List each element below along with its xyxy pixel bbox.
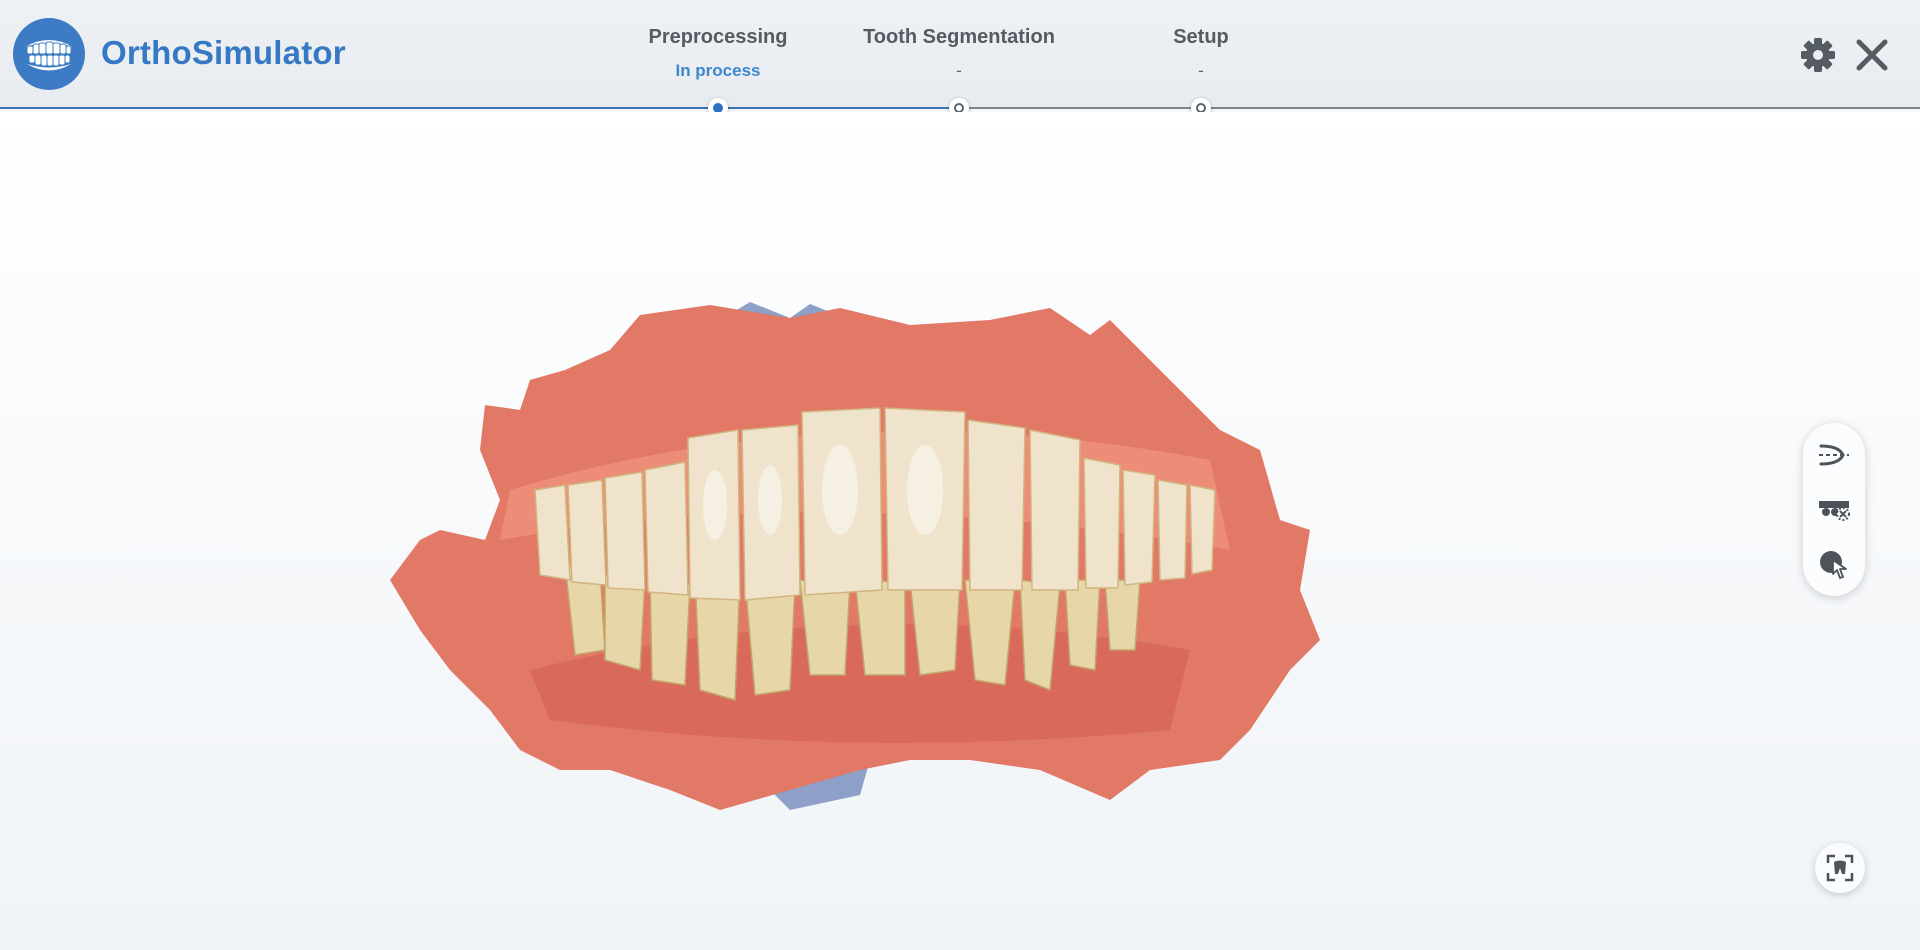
step-status: - xyxy=(956,61,962,80)
tooth-select-button[interactable] xyxy=(1817,548,1851,582)
bracket-remove-button[interactable] xyxy=(1817,493,1851,527)
occlusal-plane-icon xyxy=(1819,444,1849,466)
close-icon xyxy=(1856,39,1888,71)
step-status: - xyxy=(1198,61,1204,80)
progress-track-pending xyxy=(960,107,1920,109)
view-toolbar xyxy=(1803,423,1865,596)
step-setup[interactable]: Setup - xyxy=(1081,26,1321,81)
settings-icon xyxy=(1801,38,1835,72)
dental-scan-model[interactable] xyxy=(390,290,1490,830)
fit-view-icon xyxy=(1826,854,1854,882)
step-name: Preprocessing xyxy=(648,26,788,48)
step-name: Setup xyxy=(1173,26,1229,48)
progress-track-complete xyxy=(0,107,960,109)
top-bar: OrthoSimulator Preprocessing In process … xyxy=(0,0,1920,118)
step-status: In process xyxy=(675,61,761,80)
fit-view-button[interactable] xyxy=(1815,843,1865,893)
step-tooth-segmentation[interactable]: Tooth Segmentation - xyxy=(839,26,1079,81)
settings-button[interactable] xyxy=(1799,36,1837,74)
occlusal-plane-button[interactable] xyxy=(1817,438,1851,472)
close-button[interactable] xyxy=(1853,36,1891,74)
step-preprocessing[interactable]: Preprocessing In process xyxy=(598,26,838,81)
teeth-logo-icon xyxy=(25,40,73,71)
step-name: Tooth Segmentation xyxy=(863,26,1055,48)
app-logo xyxy=(13,18,85,90)
app-title: OrthoSimulator xyxy=(101,34,346,71)
tooth-select-icon xyxy=(1820,551,1847,579)
bracket-remove-icon xyxy=(1819,501,1850,521)
